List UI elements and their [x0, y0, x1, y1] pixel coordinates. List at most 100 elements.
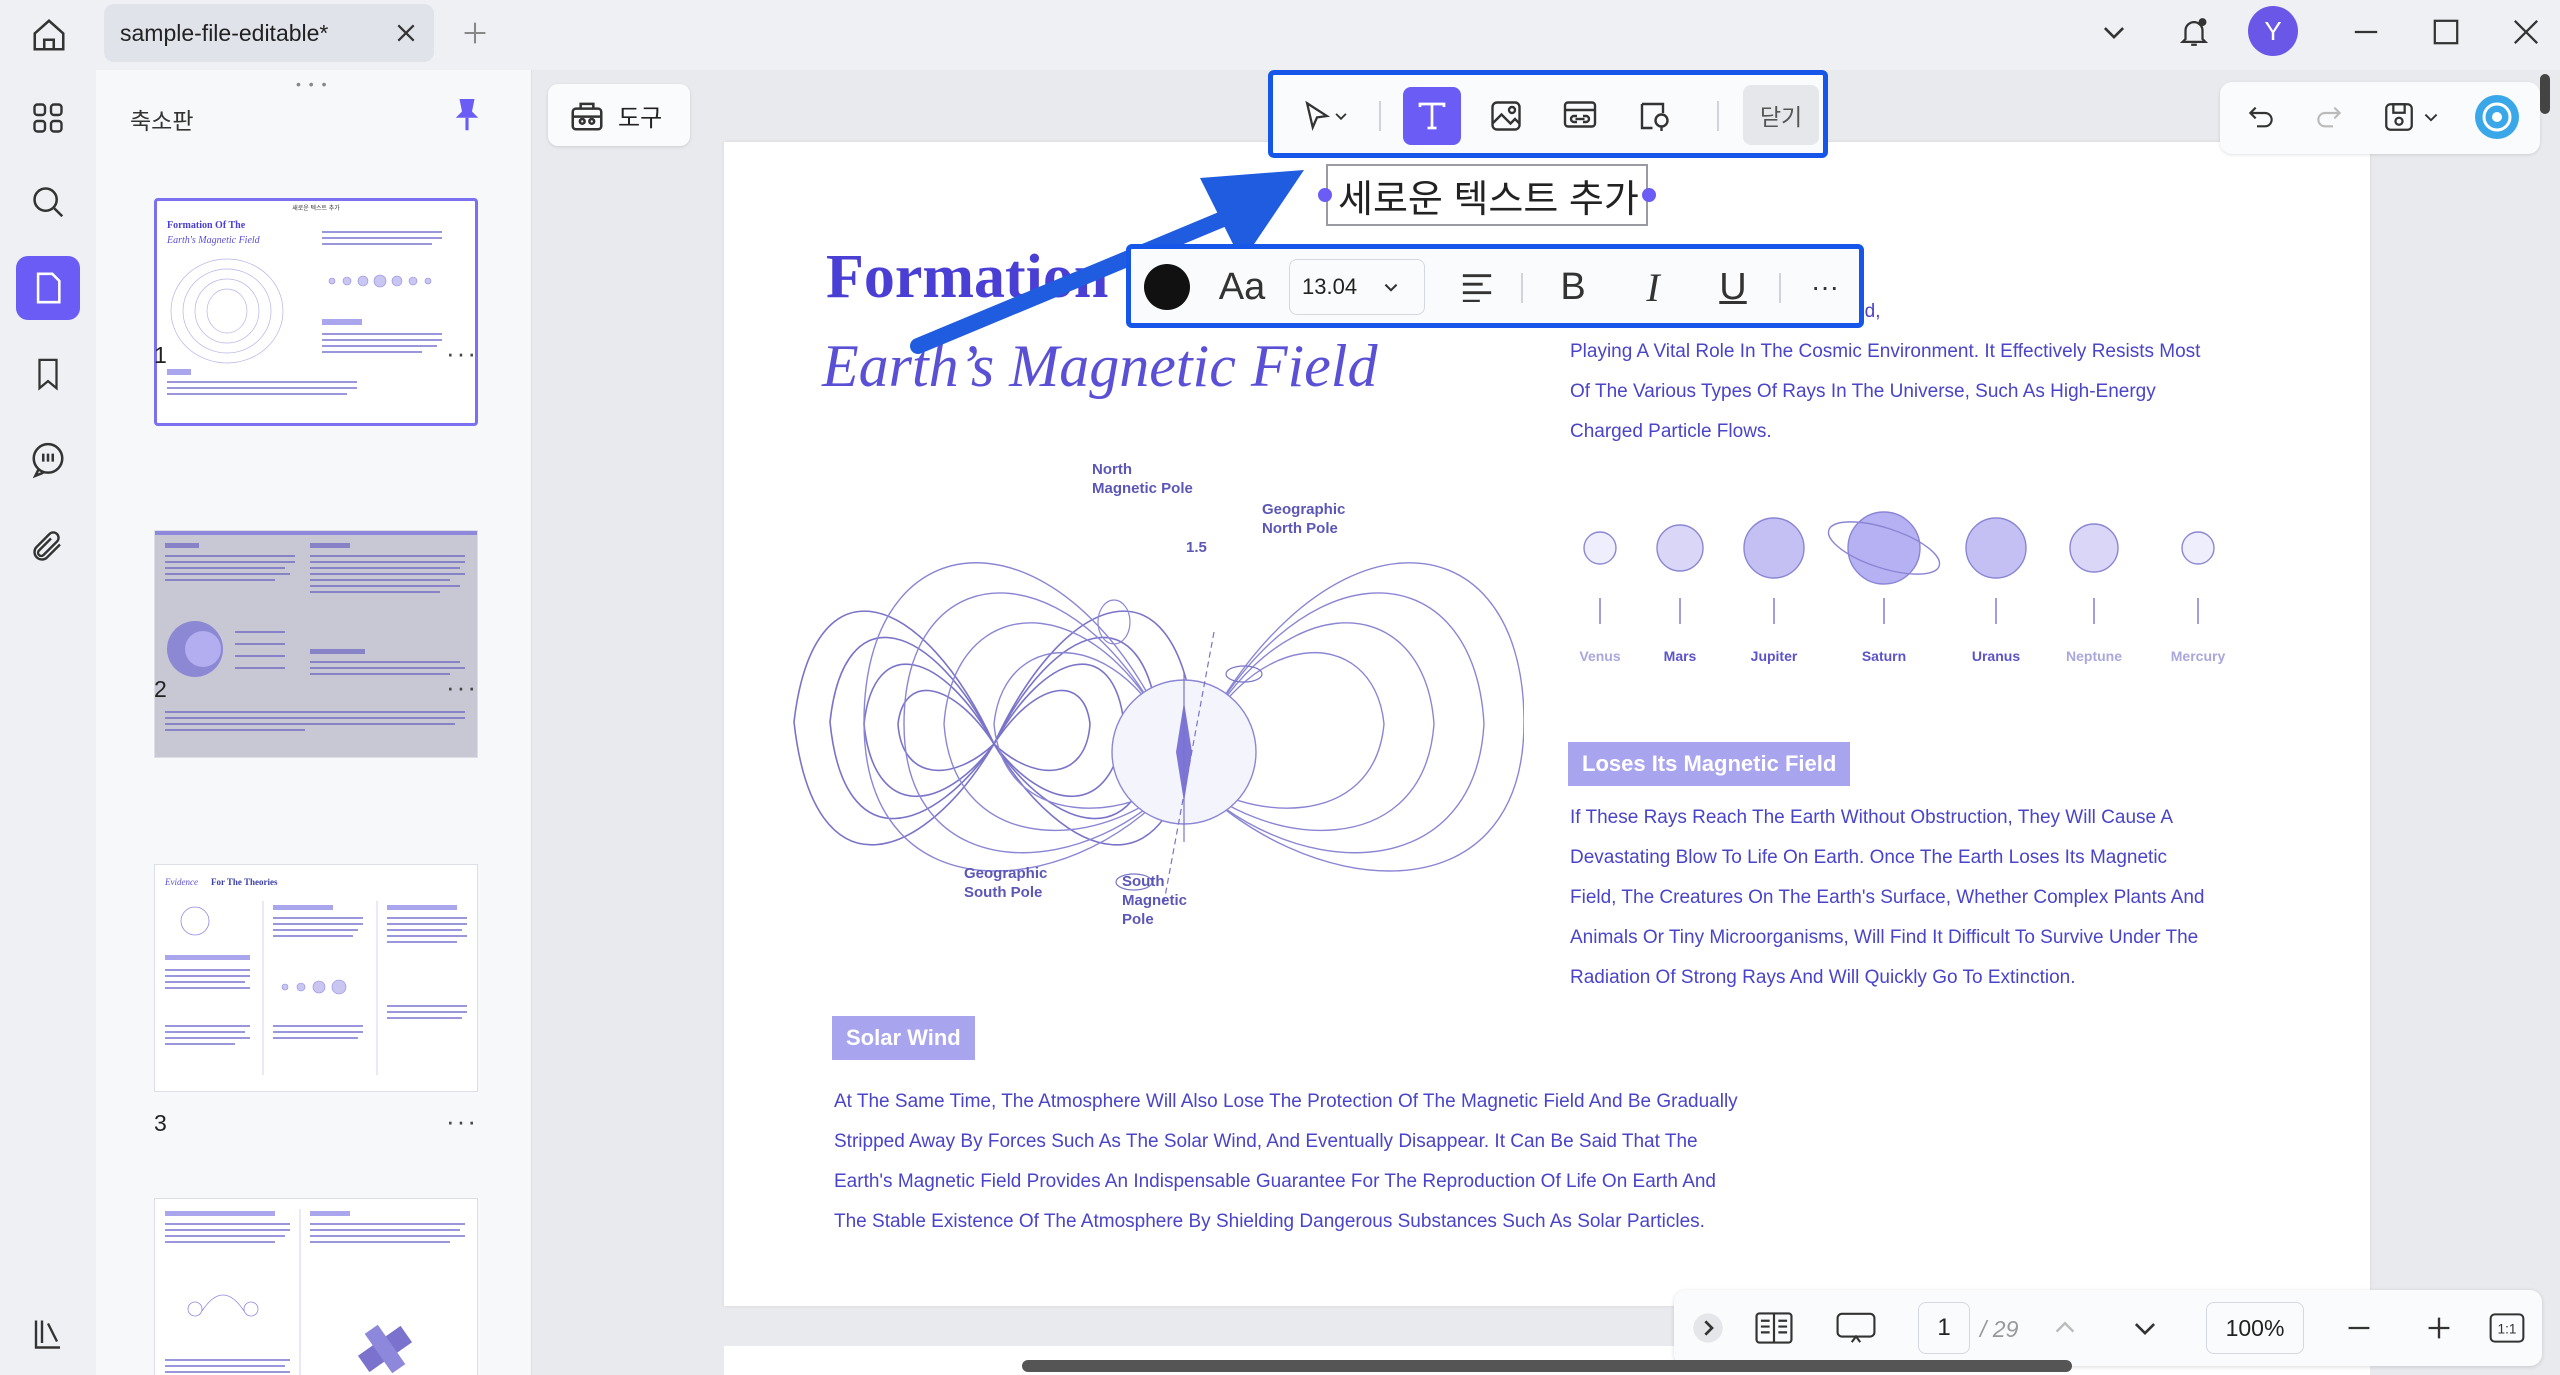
geographic-south-pole-label: Geographic South Pole [964, 865, 1048, 901]
vertical-scrollbar[interactable] [2540, 74, 2550, 114]
text-box-left-handle[interactable] [1318, 188, 1332, 202]
font-family-button[interactable]: Aa [1207, 259, 1277, 315]
page-thumbnail-2[interactable] [154, 530, 478, 758]
zoom-out-button[interactable] [2334, 1302, 2384, 1354]
notifications-button[interactable] [2168, 6, 2220, 58]
planet-label-jupiter: Jupiter [1750, 648, 1798, 664]
close-window-button[interactable] [2500, 6, 2552, 58]
section-heading-magnetic-field: Loses Its Magnetic Field [1568, 742, 1851, 786]
page-navigation-bar: 1 / 29 100% 1:1 [1674, 1290, 2542, 1366]
add-link-button[interactable] [1551, 87, 1609, 145]
rail-library-button[interactable] [16, 1302, 80, 1366]
neptune-planet [2069, 523, 2119, 573]
next-page-button[interactable] [2120, 1302, 2170, 1354]
uranus-planet [1965, 517, 2027, 579]
more-format-button[interactable]: ··· [1797, 259, 1853, 315]
ai-assistant-button[interactable] [2472, 92, 2522, 142]
text-box-right-handle[interactable] [1642, 188, 1656, 202]
planet-label-saturn: Saturn [1861, 648, 1907, 664]
planet-label-venus: Venus [1579, 648, 1621, 664]
thumbnail-panel-title: 축소판 [130, 108, 194, 134]
page-layout-button[interactable] [1746, 1302, 1802, 1354]
rail-organize-button[interactable] [16, 86, 80, 150]
expand-bar-button[interactable] [1688, 1302, 1728, 1354]
actual-size-icon: 1:1 [2489, 1313, 2525, 1343]
left-icon-rail [0, 70, 96, 1375]
thumbnail-number-3: 3 [154, 1110, 167, 1136]
ai-assistant-icon [2475, 95, 2519, 139]
thumbnail-1-more-button[interactable]: ··· [446, 338, 478, 369]
north-magnetic-pole-label: North Magnetic Pole [1092, 461, 1193, 497]
previous-page-button[interactable] [2040, 1302, 2090, 1354]
new-text-box[interactable]: 세로운 텍스트 추가 [1326, 164, 1648, 226]
pin-icon [455, 99, 479, 131]
dropdown-button[interactable] [2088, 6, 2140, 58]
page-thumbnail-1[interactable]: 새로운 텍스트 추가 Formation Of The Earth's Magn… [154, 198, 478, 426]
thumbnail-2-more-button[interactable]: ··· [446, 672, 478, 703]
rail-bookmarks-button[interactable] [16, 342, 80, 406]
align-button[interactable] [1449, 259, 1505, 315]
maximize-icon [2433, 19, 2459, 45]
redo-button[interactable] [2304, 92, 2354, 142]
add-text-button[interactable] [1403, 87, 1461, 145]
actual-size-button[interactable]: 1:1 [2484, 1302, 2530, 1354]
undo-button[interactable] [2236, 92, 2286, 142]
thumbnail-3-more-button[interactable]: ··· [446, 1106, 478, 1137]
minimize-button[interactable] [2340, 6, 2392, 58]
text-format-toolbar: Aa 13.04 B I U ··· [1126, 244, 1864, 328]
page-thumbnail-4[interactable] [154, 1198, 478, 1375]
select-tool-button[interactable] [1285, 87, 1363, 145]
separator [1717, 101, 1719, 131]
panel-resize-grip[interactable]: • • • [296, 76, 328, 92]
page-thumbnail-3[interactable]: Evidence For The Theories [154, 864, 478, 1092]
font-size-value: 13.04 [1302, 274, 1358, 299]
chevron-down-icon [2103, 27, 2125, 40]
section2-line: The Stable Existence Of The Atmosphere B… [834, 1211, 1705, 1232]
zoom-in-button[interactable] [2414, 1302, 2464, 1354]
tools-button[interactable]: 도구 [548, 84, 690, 146]
tab-close-button[interactable] [386, 13, 426, 53]
pin-panel-button[interactable] [452, 96, 482, 132]
section1-line: Animals Or Tiny Microorganisms, Will Fin… [1570, 927, 2199, 948]
rail-search-button[interactable] [16, 170, 80, 234]
save-options-button[interactable] [2416, 92, 2446, 142]
chevron-right-icon [1693, 1313, 1723, 1343]
zoom-level-input[interactable]: 100% [2206, 1302, 2304, 1354]
page-total: / 29 [1980, 1316, 2019, 1342]
page-number-input[interactable]: 1 [1918, 1302, 1970, 1354]
presentation-icon [1836, 1312, 1876, 1343]
thumbnail-4-preview [165, 1209, 465, 1375]
maximize-button[interactable] [2420, 6, 2472, 58]
underline-button[interactable]: U [1701, 259, 1765, 315]
insert-toolbar: 닫기 [1268, 70, 1828, 158]
angle-label: 1.5 [1186, 539, 1207, 556]
mars-planet [1656, 524, 1704, 572]
new-tab-button[interactable] [454, 12, 496, 54]
add-watermark-button[interactable] [1625, 87, 1683, 145]
user-avatar[interactable]: Y [2248, 6, 2298, 56]
home-icon [30, 16, 68, 54]
document-tab[interactable]: sample-file-editable* [104, 4, 434, 62]
text-color-button[interactable] [1137, 259, 1197, 315]
bookmark-icon [38, 358, 58, 391]
horizontal-scrollbar[interactable] [1022, 1360, 2072, 1372]
title-bar: sample-file-editable* Y [0, 0, 2560, 70]
home-button[interactable] [22, 8, 76, 62]
svg-text:Formation Of The: Formation Of The [167, 220, 246, 231]
section2-line: Stripped Away By Forces Such As The Sola… [834, 1131, 1698, 1152]
font-size-select[interactable]: 13.04 [1289, 259, 1425, 315]
rail-thumbnails-button[interactable] [16, 256, 80, 320]
italic-button[interactable]: I [1621, 259, 1685, 315]
minimize-icon [2354, 30, 2378, 34]
section2-line: Earth's Magnetic Field Provides An Indis… [834, 1171, 1716, 1192]
add-image-button[interactable] [1477, 87, 1535, 145]
two-page-icon [1755, 1312, 1793, 1344]
rail-attachments-button[interactable] [16, 514, 80, 578]
tab-title: sample-file-editable* [120, 19, 329, 46]
search-icon [33, 187, 64, 218]
close-edit-button[interactable]: 닫기 [1743, 85, 1819, 145]
presentation-button[interactable] [1826, 1302, 1886, 1354]
redo-icon [2317, 106, 2342, 128]
bold-button[interactable]: B [1541, 259, 1605, 315]
rail-comments-button[interactable] [16, 428, 80, 492]
